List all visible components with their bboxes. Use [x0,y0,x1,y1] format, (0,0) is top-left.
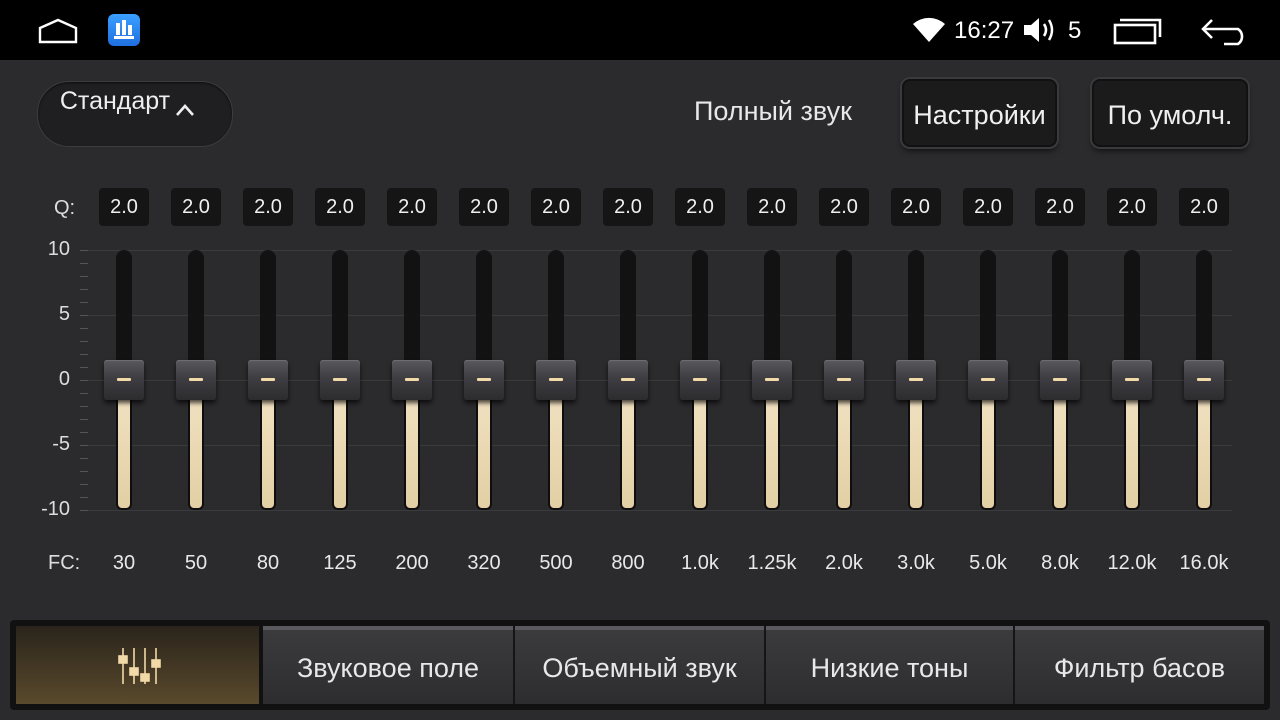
slider-knob[interactable] [104,360,144,400]
minor-tick [80,458,88,459]
minor-tick [80,302,88,303]
tab-bass-filter[interactable]: Фильтр басов [1015,626,1264,704]
minor-tick [80,393,88,394]
preset-label: Стандарт [59,87,171,115]
slider-knob[interactable] [896,360,936,400]
fc-label: 500 [539,552,573,574]
status-bar: 16:27 5 [0,0,1280,60]
back-icon[interactable] [1200,16,1252,46]
settings-button[interactable]: Настройки [902,79,1057,147]
fc-label: 12.0k [1107,552,1157,574]
q-label: Q: [54,197,76,219]
minor-tick [80,250,88,251]
slider-knob[interactable] [320,360,360,400]
full-sound-label[interactable]: Полный звук [694,96,852,127]
slider-knob[interactable] [1184,360,1224,400]
y-axis-label: -10 [41,498,70,520]
fc-label: 320 [467,552,501,574]
slider-knob[interactable] [536,360,576,400]
q-value-box[interactable]: 2.0 [459,188,509,226]
y-axis-label: 0 [58,368,70,390]
volume-icon[interactable] [1022,15,1058,45]
q-value-box[interactable]: 2.0 [1035,188,1085,226]
volume-level: 5 [1068,17,1082,44]
fc-label: 50 [184,552,208,574]
wifi-icon [913,17,945,42]
fc-label: 3.0k [897,552,935,574]
minor-tick [80,341,88,342]
minor-tick [80,367,88,368]
fc-label: 1.0k [681,552,719,574]
slider-knob[interactable] [176,360,216,400]
fc-label: 200 [395,552,429,574]
fc-label: 1.25k [747,552,797,574]
slider-knob[interactable] [1112,360,1152,400]
minor-tick [80,354,88,355]
tab-bass[interactable]: Низкие тоны [766,626,1013,704]
minor-tick [80,315,88,316]
minor-tick [80,497,88,498]
app-shortcut-icon[interactable] [108,14,140,46]
q-value-box[interactable]: 2.0 [315,188,365,226]
minor-tick [80,328,88,329]
minor-tick [80,263,88,264]
slider-knob[interactable] [824,360,864,400]
minor-tick [80,276,88,277]
fc-label: 30 [112,552,136,574]
minor-tick [80,432,88,433]
minor-tick [80,510,88,511]
minor-tick [80,380,88,381]
minor-tick [80,471,88,472]
tab-sound-field[interactable]: Звуковое поле [263,626,513,704]
fc-label: 80 [256,552,280,574]
q-value-box[interactable]: 2.0 [531,188,581,226]
minor-tick [80,445,88,446]
q-value-box[interactable]: 2.0 [963,188,1013,226]
slider-knob[interactable] [968,360,1008,400]
slider-knob[interactable] [392,360,432,400]
q-value-box[interactable]: 2.0 [387,188,437,226]
minor-tick [80,419,88,420]
fc-label: 125 [323,552,357,574]
q-value-box[interactable]: 2.0 [675,188,725,226]
minor-tick [80,289,88,290]
fc-label: 8.0k [1041,552,1079,574]
slider-knob[interactable] [248,360,288,400]
y-axis-label: 10 [47,238,70,260]
fc-label: 800 [611,552,645,574]
tab-equalizer[interactable] [16,626,261,704]
grid-line [80,510,1232,511]
fc-label: FC: [48,552,81,574]
q-value-box[interactable]: 2.0 [603,188,653,226]
equalizer-icon [118,648,161,684]
slider-knob[interactable] [464,360,504,400]
minor-tick [80,406,88,407]
slider-knob[interactable] [1040,360,1080,400]
y-axis-label: 5 [58,303,70,325]
slider-knob[interactable] [752,360,792,400]
minor-tick [80,484,88,485]
fc-label: 16.0k [1179,552,1229,574]
recent-apps-icon[interactable] [1112,17,1162,45]
fc-label: 5.0k [969,552,1007,574]
y-axis-label: -5 [52,433,70,455]
q-value-box[interactable]: 2.0 [891,188,941,226]
preset-dropdown[interactable]: Стандарт [37,81,233,147]
fc-label: 2.0k [825,552,863,574]
q-value-box[interactable]: 2.0 [747,188,797,226]
default-button[interactable]: По умолч. [1092,79,1248,147]
slider-knob[interactable] [680,360,720,400]
q-value-box[interactable]: 2.0 [171,188,221,226]
q-value-box[interactable]: 2.0 [1179,188,1229,226]
tab-surround[interactable]: Объемный звук [515,626,764,704]
chevron-up-icon [176,104,194,116]
slider-knob[interactable] [608,360,648,400]
q-value-box[interactable]: 2.0 [99,188,149,226]
clock: 16:27 [954,17,1015,44]
q-value-box[interactable]: 2.0 [243,188,293,226]
q-value-box[interactable]: 2.0 [1107,188,1157,226]
q-value-box[interactable]: 2.0 [819,188,869,226]
home-icon[interactable] [38,18,78,44]
